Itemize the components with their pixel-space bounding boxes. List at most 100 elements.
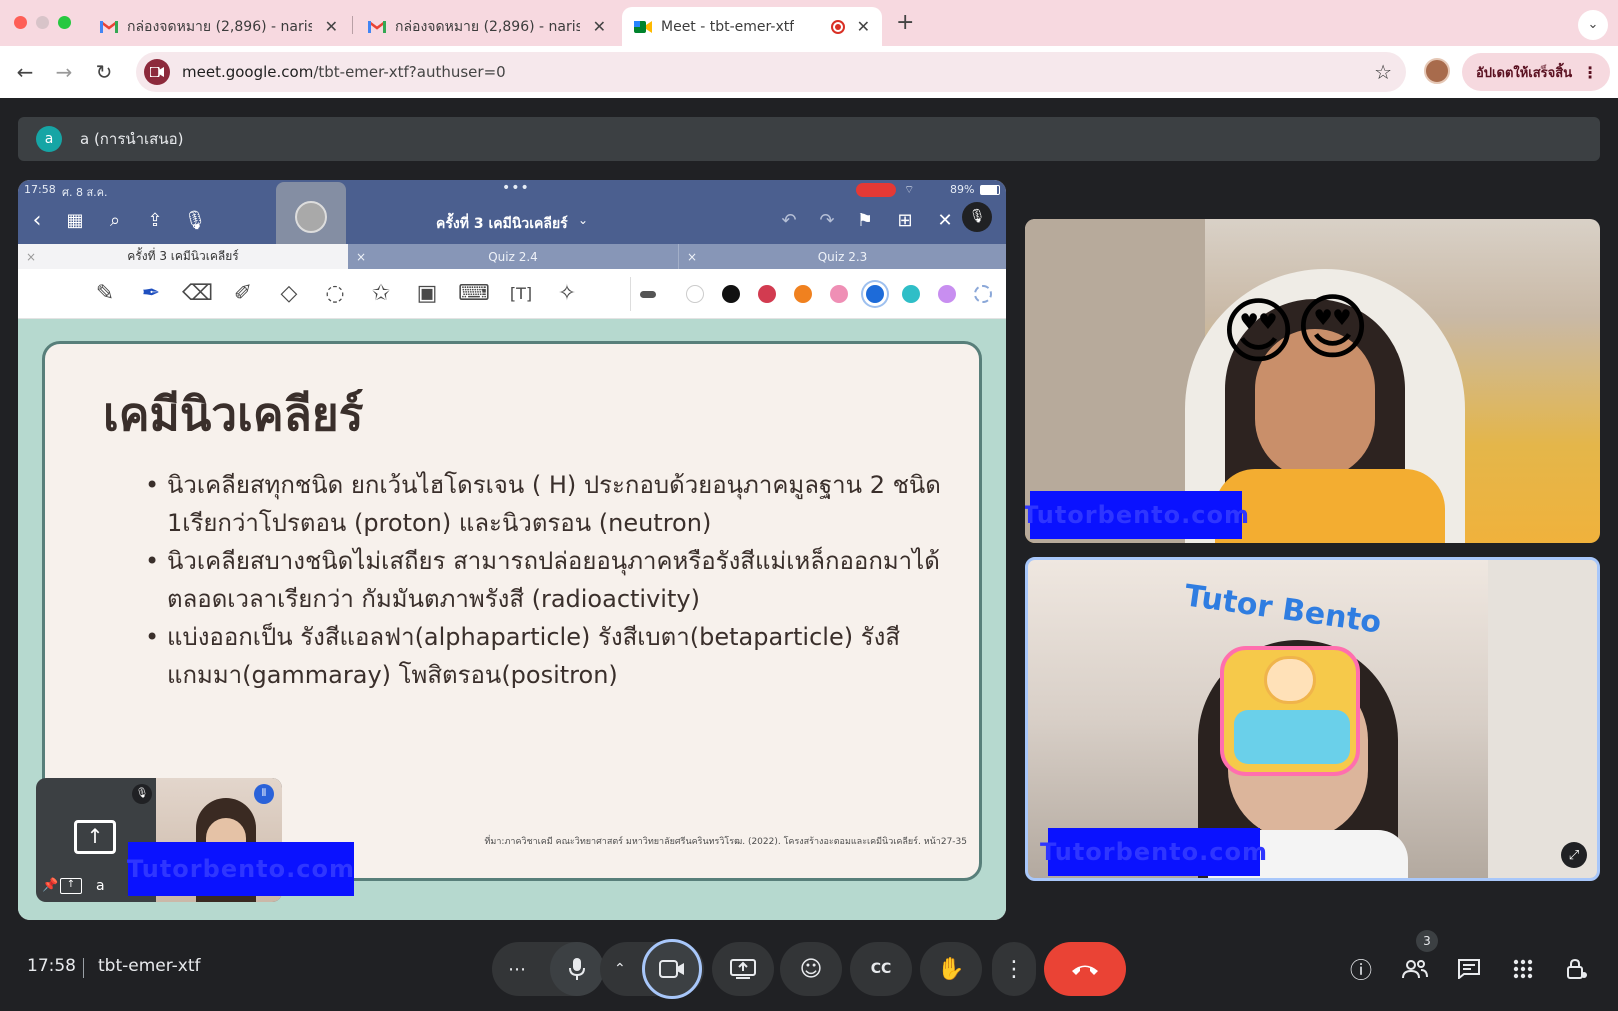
browser-tab-gmail-1[interactable]: กล่องจดหมาย (2,896) - narissa ✕ — [88, 7, 350, 46]
color-purple[interactable] — [938, 285, 956, 303]
host-controls-icon[interactable] — [1560, 952, 1594, 986]
mic-icon[interactable] — [550, 942, 604, 996]
divider — [83, 958, 84, 978]
doc-tab[interactable]: × Quiz 2.3 — [678, 244, 1006, 269]
apps-icon[interactable] — [1506, 952, 1540, 986]
shared-screen: 17:58 ศ. 8 ส.ค. ••• ⌔ 89% ‹ ▦ ⌕ ⇪ 🎙 ครั้… — [18, 180, 1006, 920]
slide-bullet: แบ่งออกเป็น รังสีแอลฟา(alphaparticle) รั… — [145, 618, 945, 694]
star-icon[interactable]: ☆ — [1374, 60, 1392, 84]
color-white[interactable] — [686, 285, 704, 303]
address-url: meet.google.com/tbt-emer-xtf?authuser=0 — [182, 63, 506, 81]
browser-tab-meet[interactable]: Meet - tbt-emer-xtf ✕ — [622, 7, 882, 46]
update-button[interactable]: อัปเดตให้เสร็จสิ้น ⋮ — [1462, 53, 1610, 91]
bookmark-icon[interactable]: ⚑ — [850, 206, 880, 236]
info-icon[interactable]: ⓘ — [1344, 952, 1378, 986]
grid-icon[interactable]: ▦ — [60, 206, 90, 236]
expand-tile-icon[interactable]: ⤢ — [1561, 842, 1587, 868]
chat-icon[interactable] — [1452, 952, 1486, 986]
color-orange[interactable] — [794, 285, 812, 303]
watermark: Tutorbento.com — [127, 842, 354, 896]
add-color-icon[interactable] — [974, 285, 992, 303]
tab-title: Meet - tbt-emer-xtf — [661, 18, 795, 35]
touch-indicator — [276, 182, 346, 252]
camera-icon[interactable] — [642, 939, 702, 999]
slide-bullet: นิวเคลียสบางชนิดไม่เสถียร สามารถปล่อยอนุ… — [145, 542, 945, 618]
battery-icon — [980, 185, 1000, 195]
highlighter-icon[interactable]: ✐ — [228, 279, 258, 309]
document-title[interactable]: ครั้งที่ 3 เคมีนิวเคลียร์ — [436, 213, 568, 235]
more-icon[interactable]: ⋮ — [992, 942, 1036, 996]
add-page-icon[interactable]: ⊞ — [890, 206, 920, 236]
update-label: อัปเดตให้เสร็จสิ้น — [1476, 65, 1573, 81]
participant-tile-1[interactable]: 😍 😍 Tutorbento.com — [1025, 219, 1600, 543]
emoji-icon[interactable]: ☺ — [780, 942, 842, 996]
gmail-icon — [100, 20, 118, 34]
browser-toolbar: ← → ↻ meet.google.com/tbt-emer-xtf?authu… — [0, 46, 1618, 98]
browser-tab-gmail-2[interactable]: กล่องจดหมาย (2,896) - narissa ✕ — [356, 7, 618, 46]
url-path: /tbt-emer-xtf?authuser=0 — [313, 63, 506, 81]
mic-control: ⋯ — [492, 942, 604, 996]
color-red[interactable] — [758, 285, 776, 303]
hand-icon[interactable]: ✋ — [920, 942, 982, 996]
participant-tile-2[interactable]: Tutor Bento Tutorbento.com ⤢ — [1025, 557, 1600, 881]
color-pink[interactable] — [830, 285, 848, 303]
color-teal[interactable] — [902, 285, 920, 303]
audio-options-icon[interactable]: ⋯ — [508, 959, 526, 980]
stroke-width-icon[interactable] — [640, 291, 656, 298]
heart-eyes-emoji-icon: 😍 — [1295, 285, 1371, 369]
image-icon[interactable]: ▣ — [412, 279, 442, 309]
end-call-icon[interactable] — [1044, 942, 1126, 996]
close-icon[interactable]: ✕ — [930, 206, 960, 236]
close-icon[interactable]: × — [356, 250, 366, 264]
new-tab-button[interactable]: + — [896, 10, 914, 35]
share-icon[interactable]: ⇪ — [140, 206, 170, 236]
text-icon[interactable]: [T] — [506, 279, 536, 309]
lasso-icon[interactable]: ◌ — [320, 279, 350, 309]
color-blue-selected[interactable] — [866, 285, 884, 303]
undo-icon[interactable]: ↶ — [774, 206, 804, 236]
goodnotes-tool-bar: ✎ ✒ ⌫ ✐ ◇ ◌ ✩ ▣ ⌨ [T] ✧ — [18, 269, 1006, 319]
lasso-text-icon[interactable]: ✎ — [90, 279, 120, 309]
keyboard-icon[interactable]: ⌨ — [458, 279, 490, 309]
video-options-icon[interactable]: ⌃ — [614, 961, 626, 977]
close-tab-icon[interactable]: ✕ — [325, 17, 338, 36]
tab-separator — [352, 16, 353, 34]
forward-icon[interactable]: → — [50, 58, 78, 86]
redo-icon[interactable]: ↷ — [812, 206, 842, 236]
multitask-dots-icon: ••• — [502, 180, 530, 196]
doc-tab-label: Quiz 2.3 — [817, 249, 868, 264]
sticker-icon[interactable]: ✩ — [366, 279, 396, 309]
back-icon[interactable]: ‹ — [22, 206, 52, 236]
laser-pointer-icon[interactable]: ✧ — [552, 279, 582, 309]
close-window-button[interactable] — [14, 16, 27, 29]
color-black[interactable] — [722, 285, 740, 303]
profile-avatar[interactable] — [1424, 58, 1450, 84]
self-name: a — [96, 878, 105, 894]
people-icon[interactable] — [1398, 952, 1432, 986]
ipad-status-bar: 17:58 ศ. 8 ส.ค. ••• ⌔ 89% — [18, 180, 1006, 200]
present-icon[interactable] — [712, 942, 774, 996]
more-vert-icon: ⋮ — [1582, 62, 1599, 82]
minimize-window-button[interactable] — [36, 16, 49, 29]
tab-search-button[interactable]: ⌄ — [1578, 10, 1608, 40]
close-tab-icon[interactable]: ✕ — [857, 17, 870, 36]
close-icon[interactable]: × — [26, 250, 36, 264]
muted-mic-icon: 🎙 — [962, 202, 992, 232]
search-icon[interactable]: ⌕ — [100, 206, 130, 236]
tab-title: กล่องจดหมาย (2,896) - narissa — [127, 18, 312, 35]
site-info-icon[interactable] — [144, 59, 170, 85]
doc-tab[interactable]: × Quiz 2.4 — [348, 244, 678, 269]
maximize-window-button[interactable] — [58, 16, 71, 29]
address-bar[interactable]: meet.google.com/tbt-emer-xtf?authuser=0 … — [136, 52, 1406, 92]
doc-tab-active[interactable]: × ครั้งที่ 3 เคมีนิวเคลียร์ — [18, 244, 348, 269]
close-tab-icon[interactable]: ✕ — [593, 17, 606, 36]
pin-icon[interactable]: 📌 — [42, 878, 58, 893]
close-icon[interactable]: × — [687, 250, 697, 264]
mic-icon[interactable]: 🎙 — [180, 206, 210, 236]
back-icon[interactable]: ← — [11, 58, 39, 86]
eraser-icon[interactable]: ⌫ — [182, 279, 213, 309]
pen-icon[interactable]: ✒ — [136, 279, 166, 309]
shapes-icon[interactable]: ◇ — [274, 279, 304, 309]
captions-icon[interactable]: CC — [850, 942, 912, 996]
reload-icon[interactable]: ↻ — [90, 58, 118, 86]
